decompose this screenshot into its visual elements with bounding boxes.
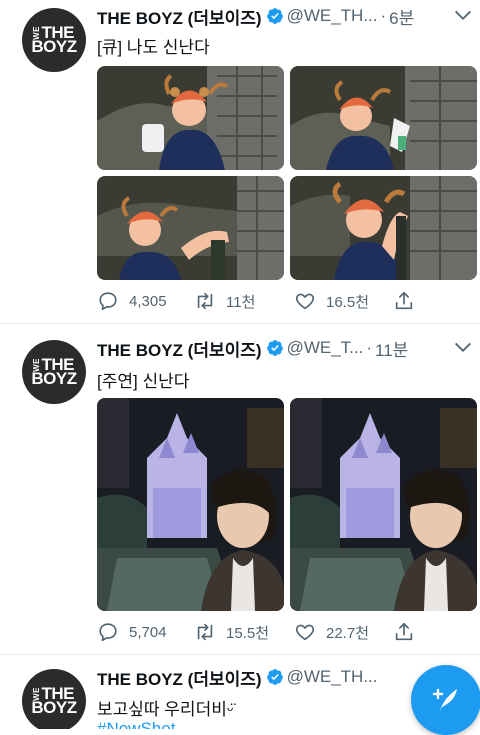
reply-button[interactable]: 5,704 [97, 620, 167, 644]
tweet-1[interactable]: WE THE BOYZ THE BOYZ (더보이즈) @WE_TH... · 6… [0, 0, 480, 323]
account-handle[interactable]: @WE_TH... [287, 667, 378, 687]
retweet-button[interactable]: 15.5천 [194, 620, 269, 644]
account-handle[interactable]: @WE_TH... [287, 6, 378, 26]
the-boyz-logo: WE THE BOYZ [31, 684, 77, 717]
share-icon [395, 291, 413, 310]
heart-icon [295, 624, 315, 641]
chevron-down-icon[interactable] [452, 8, 474, 24]
tweet-media-grid[interactable] [97, 66, 477, 280]
tweet-time[interactable]: 11분 [375, 336, 408, 361]
tweet-header: THE BOYZ (더보이즈) @WE_TH... · 6분 [97, 4, 480, 28]
verified-badge-icon [266, 340, 283, 356]
tweet-3[interactable]: WE THE BOYZ THE BOYZ (더보이즈) @WE_TH... 보고싶… [0, 655, 480, 729]
verified-badge-icon [266, 669, 283, 685]
tweet-actions: 4,305 11천 16.5천 [97, 289, 427, 313]
tweet-actions: 5,704 15.5천 22.7천 [97, 620, 427, 644]
tweet-photo-1[interactable] [97, 66, 284, 170]
reply-icon [99, 292, 117, 311]
reply-icon [99, 623, 117, 642]
retweet-icon [197, 623, 213, 641]
account-name[interactable]: THE BOYZ (더보이즈) [97, 336, 262, 361]
share-icon [395, 622, 413, 641]
retweet-icon [197, 292, 213, 310]
tweet-photo-2[interactable] [290, 66, 477, 170]
tweet-time[interactable]: 6분 [389, 4, 414, 29]
hashtag-link[interactable]: #NowShot [97, 719, 175, 729]
like-button[interactable]: 22.7천 [294, 620, 369, 644]
heart-icon [295, 293, 315, 310]
tweet-photo-2[interactable] [290, 398, 477, 611]
like-button[interactable]: 16.5천 [294, 289, 369, 313]
compose-tweet-button[interactable] [411, 665, 480, 735]
compose-tweet-icon [432, 688, 457, 711]
avatar[interactable]: WE THE BOYZ [22, 340, 86, 404]
tweet-text: [큐] 나도 신난다 [97, 38, 210, 57]
reply-button[interactable]: 4,305 [97, 289, 167, 313]
tweet-text: 보고싶따 우리더비ᵕ̈ [97, 700, 234, 719]
tweet-text: [주연] 신난다 [97, 372, 190, 391]
tweet-photo-4[interactable] [290, 176, 477, 280]
the-boyz-logo: WE THE BOYZ [31, 23, 77, 56]
retweet-button[interactable]: 11천 [194, 289, 255, 313]
tweet-photo-1[interactable] [97, 398, 284, 611]
chevron-down-icon[interactable] [452, 340, 474, 356]
account-name[interactable]: THE BOYZ (더보이즈) [97, 4, 262, 29]
the-boyz-logo: WE THE BOYZ [31, 355, 77, 388]
share-button[interactable] [393, 289, 425, 313]
avatar[interactable]: WE THE BOYZ [22, 8, 86, 72]
tweet-header: THE BOYZ (더보이즈) @WE_T... · 11분 [97, 336, 480, 360]
account-handle[interactable]: @WE_T... [287, 338, 364, 358]
avatar[interactable]: WE THE BOYZ [22, 669, 86, 729]
share-button[interactable] [393, 620, 425, 644]
tweet-media-grid[interactable] [97, 398, 477, 611]
account-name[interactable]: THE BOYZ (더보이즈) [97, 665, 262, 690]
verified-badge-icon [266, 8, 283, 24]
tweet-2[interactable]: WE THE BOYZ THE BOYZ (더보이즈) @WE_T... · 11… [0, 324, 480, 654]
tweet-photo-3[interactable] [97, 176, 284, 280]
